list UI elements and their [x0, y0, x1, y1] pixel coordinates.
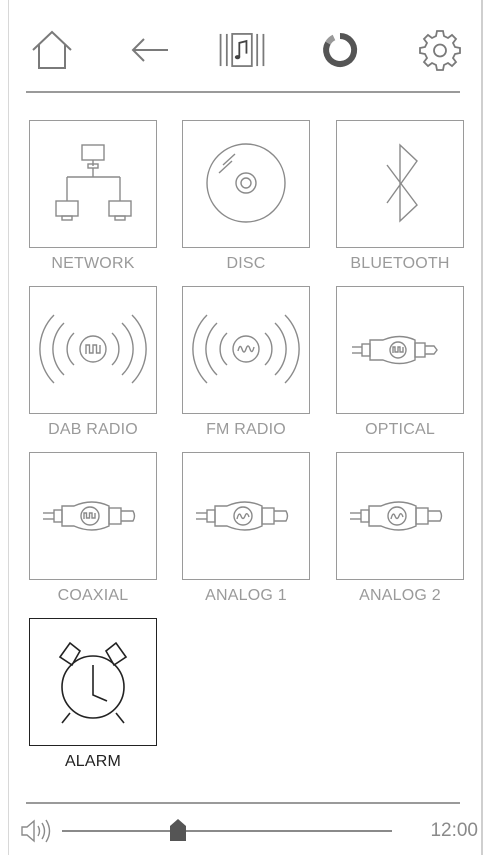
source-label-fm-radio: FM RADIO: [206, 421, 286, 438]
source-tile-network[interactable]: [29, 120, 157, 248]
source-tile-coaxial[interactable]: [29, 452, 157, 580]
top-toolbar: [10, 10, 480, 90]
source-label-analog-2: ANALOG 2: [359, 587, 441, 604]
coaxial-connector-icon: [43, 501, 136, 531]
source-label-dab-radio: DAB RADIO: [48, 421, 138, 438]
source-label-coaxial: COAXIAL: [57, 587, 129, 604]
speaker-volume-icon[interactable]: [20, 818, 60, 844]
rca-connector-icon: [196, 501, 289, 531]
source-label-network: NETWORK: [51, 255, 135, 272]
source-tile-alarm[interactable]: [29, 618, 157, 746]
source-tile-dab-radio[interactable]: [29, 286, 157, 414]
assistant-ring-icon[interactable]: [315, 25, 365, 75]
source-tile-analog-1[interactable]: [182, 452, 310, 580]
source-label-alarm: ALARM: [64, 753, 122, 770]
settings-gear-icon[interactable]: [415, 25, 465, 75]
source-label-optical: OPTICAL: [365, 421, 435, 438]
bluetooth-icon: [386, 143, 418, 223]
source-tile-bluetooth[interactable]: [336, 120, 464, 248]
clock-time: 12:00: [430, 820, 478, 841]
volume-slider-track[interactable]: [62, 830, 392, 832]
bottom-divider: [26, 802, 460, 804]
music-library-icon[interactable]: [217, 25, 267, 75]
source-label-disc: DISC: [226, 255, 266, 272]
disc-icon: [206, 143, 286, 223]
toolbar-divider: [26, 91, 460, 93]
alarm-clock-icon: [58, 641, 128, 724]
volume-slider-handle[interactable]: [169, 818, 187, 842]
source-label-bluetooth: BLUETOOTH: [350, 255, 450, 272]
frame-left-edge: [8, 0, 9, 855]
source-label-analog-1: ANALOG 1: [205, 587, 287, 604]
fm-radio-icon: [192, 314, 300, 384]
dab-radio-icon: [39, 314, 147, 384]
source-tile-fm-radio[interactable]: [182, 286, 310, 414]
source-tile-disc[interactable]: [182, 120, 310, 248]
optical-connector-icon: [352, 335, 438, 365]
network-icon: [55, 144, 132, 221]
home-icon[interactable]: [27, 25, 77, 75]
rca-connector-icon: [350, 501, 443, 531]
back-arrow-icon[interactable]: [125, 25, 175, 75]
source-tile-optical[interactable]: [336, 286, 464, 414]
source-tile-analog-2[interactable]: [336, 452, 464, 580]
